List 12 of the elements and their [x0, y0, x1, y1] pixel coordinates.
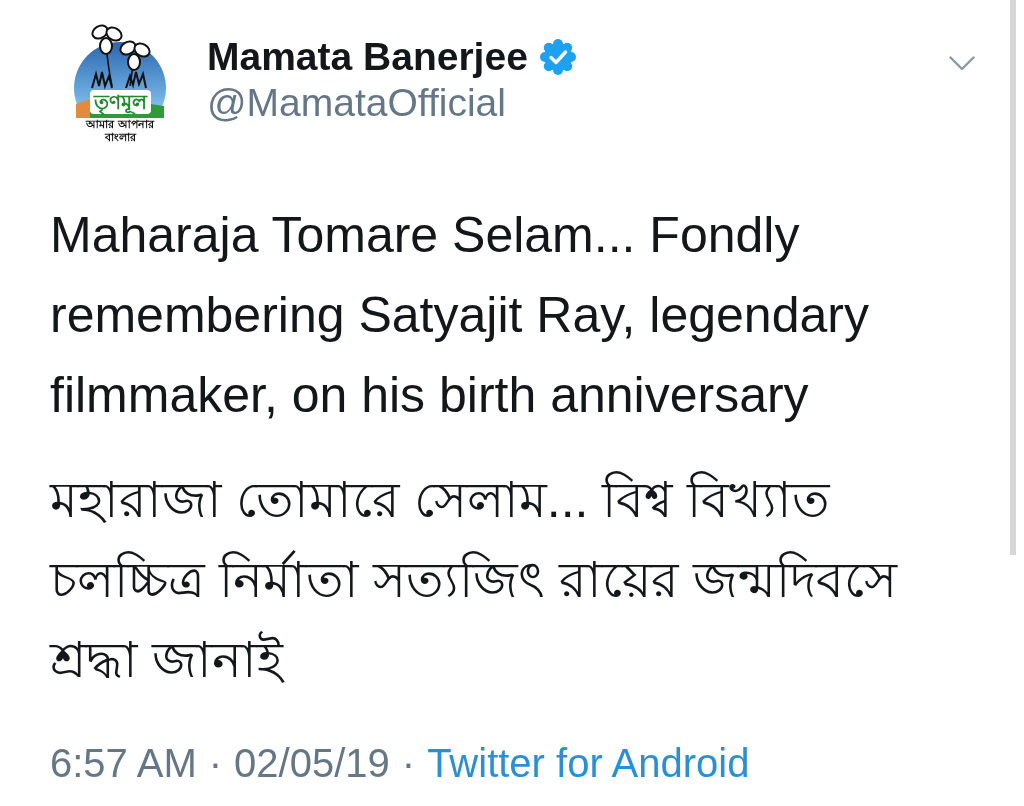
tweet-text: মহারাজা তোমারে সেলাম... বিশ্ব বিখ্যাত চলচ্চিত্র নির্মাতা সত্যজিৎ রায়ের জন্মদিবসে শ্রদ্ধা জানাই	[50, 470, 899, 690]
separator-text: ·	[208, 740, 223, 786]
logo-tagline: আমার আপনার বাংলার	[85, 118, 155, 144]
date-text: 02/05/19	[234, 740, 390, 786]
author-name[interactable]: Mamata Banerjee	[207, 34, 528, 80]
logo-wordmark: তৃণমূল	[89, 90, 151, 114]
tweet-text: Maharaja Tomare Selam... Fondly remembering Satyajit Ray, legendary filmmaker, on his birth anniversary	[50, 206, 870, 425]
chevron-down-icon[interactable]	[949, 56, 975, 71]
separator-text: ·	[401, 740, 416, 786]
source-link[interactable]: Twitter for Android	[427, 740, 750, 786]
author-handle[interactable]: @MamataOfficial	[207, 80, 576, 126]
time-text: 6:57 AM	[50, 740, 197, 786]
